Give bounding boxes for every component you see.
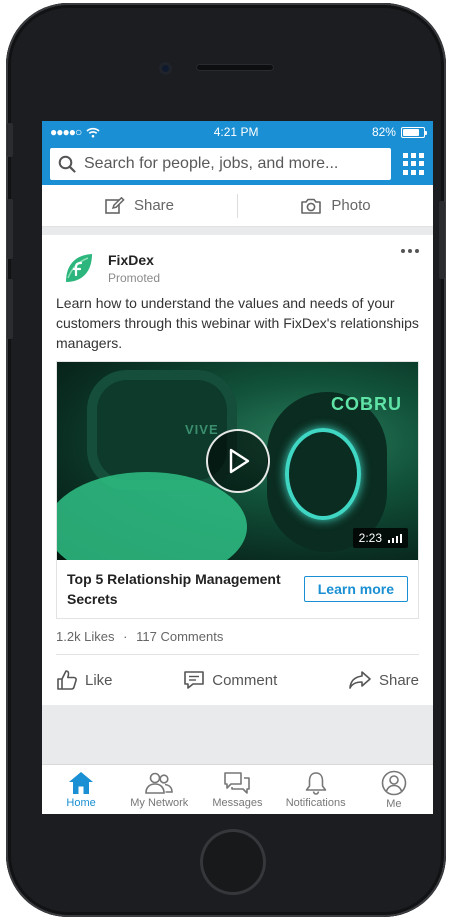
battery-icon — [400, 126, 427, 138]
more-options-icon[interactable] — [401, 249, 419, 253]
photo-post-button[interactable]: Photo — [238, 185, 433, 226]
video-headset-text: VIVE — [185, 422, 219, 437]
tab-home-label: Home — [66, 796, 96, 809]
tab-notifications-label: Notifications — [285, 796, 346, 809]
video-duration: 2:23 — [358, 531, 382, 545]
comments-count[interactable]: 117 Comments — [136, 629, 223, 644]
home-icon — [69, 771, 94, 794]
photo-label: Photo — [331, 197, 371, 214]
search-header — [42, 143, 433, 185]
home-hardware-button[interactable] — [200, 829, 266, 895]
likes-count[interactable]: 1.2k Likes — [56, 629, 115, 644]
comment-icon — [184, 671, 205, 689]
promoted-label: Promoted — [108, 270, 161, 285]
bottom-tab-bar: Home My Network Messages Notifications M… — [42, 764, 433, 814]
like-label: Like — [85, 671, 113, 689]
post-actions: Like Comment Share — [56, 655, 419, 705]
power-button — [439, 201, 445, 279]
play-icon — [229, 448, 250, 474]
comment-button[interactable]: Comment — [183, 670, 277, 690]
fixdex-logo-icon — [66, 254, 92, 282]
like-button[interactable]: Like — [56, 669, 113, 691]
post-text: Learn how to understand the values and n… — [56, 295, 419, 351]
signal-icon: ●●●●○ — [50, 125, 82, 139]
search-icon — [58, 155, 76, 173]
search-input[interactable] — [84, 155, 383, 173]
apps-grid-icon[interactable] — [403, 153, 425, 175]
tab-messages-label: Messages — [212, 796, 263, 809]
share-bar: Share Photo — [42, 185, 433, 227]
volume-up-button — [7, 199, 13, 259]
tab-messages[interactable]: Messages — [198, 771, 276, 809]
tab-notifications[interactable]: Notifications — [277, 771, 355, 809]
video-brand-text: COBRU — [331, 394, 402, 414]
tab-my-network-label: My Network — [130, 796, 189, 809]
quality-bars-icon — [388, 533, 402, 543]
headphone-ring — [285, 428, 361, 520]
feed-gap — [42, 227, 433, 235]
tab-my-network[interactable]: My Network — [120, 771, 198, 809]
sponsored-content[interactable]: COBRU VIVE 2:23 Top 5 Relationship Manag… — [56, 361, 419, 619]
ad-footer: Top 5 Relationship Management Secrets Le… — [57, 560, 418, 618]
learn-more-button[interactable]: Learn more — [303, 576, 408, 602]
tab-me[interactable]: Me — [355, 770, 433, 810]
volume-down-button — [7, 279, 13, 339]
video-thumbnail[interactable]: COBRU VIVE 2:23 — [57, 362, 418, 560]
battery-level — [402, 128, 420, 136]
tab-me-label: Me — [386, 797, 402, 810]
app-screen: ●●●●○ 4:21 PM 82% Search for people, job… — [42, 121, 433, 814]
company-logo[interactable] — [62, 252, 94, 284]
user-icon — [381, 770, 407, 795]
earpiece-speaker — [196, 64, 274, 71]
status-time: 4:21 PM — [213, 125, 259, 139]
video-duration-badge: 2:23 — [352, 528, 408, 548]
pencil-icon — [105, 196, 125, 214]
phone-frame: ●●●●○ 4:21 PM 82% Search for people, job… — [6, 3, 446, 917]
share-action-label: Share — [378, 671, 419, 689]
share-arrow-icon — [349, 671, 371, 689]
play-button[interactable] — [206, 429, 270, 493]
mute-switch — [7, 123, 13, 157]
author-name[interactable]: FixDex — [108, 252, 160, 268]
thumbs-up-icon — [57, 670, 77, 690]
social-counts: 1.2k Likes · 117 Comments — [56, 619, 419, 655]
post-card: FixDex Promoted Learn how to understand … — [42, 235, 433, 705]
comment-label: Comment — [212, 671, 278, 689]
wifi-icon — [86, 127, 100, 137]
post-header: FixDex Promoted — [56, 235, 419, 289]
ad-title[interactable]: Top 5 Relationship Management Secrets — [67, 569, 295, 609]
camera-icon — [301, 198, 322, 214]
status-bar: ●●●●○ 4:21 PM 82% — [42, 121, 433, 143]
battery-percent: 82% — [371, 125, 396, 139]
count-separator: · — [123, 629, 128, 644]
share-button[interactable]: Share — [348, 670, 419, 690]
front-camera — [159, 62, 172, 75]
network-icon — [145, 772, 174, 794]
bell-icon — [305, 771, 326, 795]
messages-icon — [224, 771, 251, 794]
tab-home[interactable]: Home — [42, 771, 120, 809]
share-post-button[interactable]: Share — [42, 185, 237, 226]
share-label: Share — [133, 197, 175, 214]
search-box[interactable] — [50, 148, 391, 180]
